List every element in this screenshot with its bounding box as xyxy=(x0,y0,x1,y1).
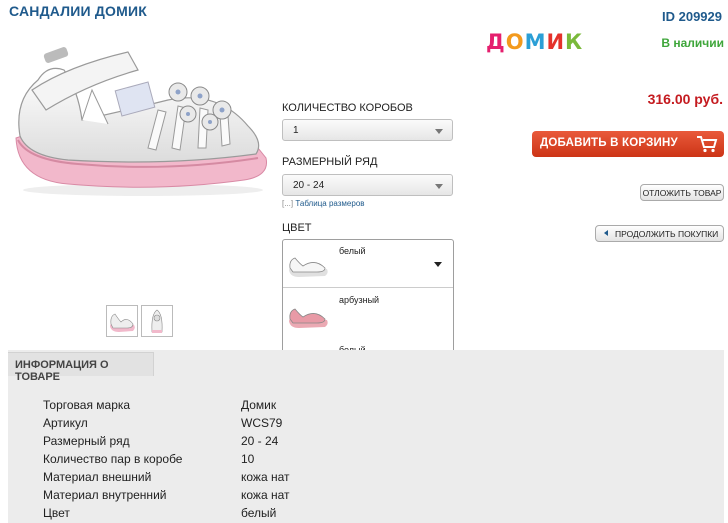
info-row-label: Артикул xyxy=(43,416,88,430)
color-label: ЦВЕТ xyxy=(282,222,312,234)
shoe-swatch-icon xyxy=(289,308,328,328)
info-row-label: Цвет xyxy=(43,506,70,520)
save-item-button[interactable]: ОТЛОЖИТЬ ТОВАР xyxy=(640,184,724,201)
availability-status: В наличии xyxy=(661,36,724,50)
product-title: САНДАЛИИ ДОМИК xyxy=(9,3,148,19)
size-table-prefix: [...] xyxy=(282,199,294,208)
info-row: Количество пар в коробе 10 xyxy=(43,452,254,466)
brand-logo[interactable]: ДОМИК xyxy=(486,30,583,54)
info-row-value: кожа нат xyxy=(241,470,290,484)
color-select-current[interactable]: белый xyxy=(283,240,453,288)
size-select[interactable]: 20 - 24 xyxy=(282,174,453,196)
info-row-label: Количество пар в коробе xyxy=(43,452,183,466)
info-row-label: Материал внутренний xyxy=(43,488,167,502)
info-row: Цвет белый xyxy=(43,506,276,520)
info-row-label: Материал внешний xyxy=(43,470,152,484)
chevron-down-icon xyxy=(434,262,442,267)
size-label: РАЗМЕРНЫЙ РЯД xyxy=(282,156,378,168)
boxes-select[interactable]: 1 xyxy=(282,119,453,141)
size-value: 20 - 24 xyxy=(293,180,325,191)
info-row-label: Торговая марка xyxy=(43,398,131,412)
add-to-cart-label: ДОБАВИТЬ В КОРЗИНУ xyxy=(540,137,678,149)
add-to-cart-button[interactable]: ДОБАВИТЬ В КОРЗИНУ xyxy=(532,131,724,157)
chevron-down-icon xyxy=(435,184,443,189)
boxes-label: КОЛИЧЕСТВО КОРОБОВ xyxy=(282,102,413,114)
product-main-image[interactable] xyxy=(8,30,270,200)
brand-logo-letter: О xyxy=(505,30,525,54)
continue-shopping-label: ПРОДОЛЖИТЬ ПОКУПКИ xyxy=(615,229,719,239)
info-row-value: WCS79 xyxy=(241,416,283,430)
tab-product-info[interactable]: ИНФОРМАЦИЯ О ТОВАРЕ xyxy=(8,352,154,383)
size-table-link-container: [...] Таблица размеров xyxy=(282,199,365,208)
info-row-value: 20 - 24 xyxy=(241,434,279,448)
info-row: Материал внешний кожа нат xyxy=(43,470,290,484)
thumbnail-front-view[interactable] xyxy=(141,305,173,337)
brand-logo-letter: К xyxy=(565,30,584,54)
color-option-label: арбузный xyxy=(339,295,380,305)
brand-logo-letter: И xyxy=(546,30,566,54)
brand-logo-letter: М xyxy=(524,30,547,54)
info-row-value: белый xyxy=(241,506,277,520)
color-selected-label: белый xyxy=(339,246,366,256)
info-row: Торговая марка Домик xyxy=(43,398,276,412)
continue-shopping-button[interactable]: ПРОДОЛЖИТЬ ПОКУПКИ xyxy=(595,225,724,242)
cart-icon xyxy=(697,136,718,153)
shoe-swatch-icon xyxy=(289,257,328,277)
chevron-down-icon xyxy=(435,129,443,134)
info-row-value: 10 xyxy=(241,452,255,466)
info-row-value: кожа нат xyxy=(241,488,290,502)
info-row: Размерный ряд 20 - 24 xyxy=(43,434,278,448)
info-row: Материал внутренний кожа нат xyxy=(43,488,290,502)
brand-logo-letter: Д xyxy=(486,30,506,54)
arrow-left-icon xyxy=(604,230,608,236)
info-row: Артикул WCS79 xyxy=(43,416,282,430)
color-option[interactable]: арбузный xyxy=(283,287,453,337)
size-table-link[interactable]: Таблица размеров xyxy=(295,199,364,208)
boxes-value: 1 xyxy=(293,125,299,136)
product-id: ID 209929 xyxy=(662,9,722,24)
thumbnail-side-view[interactable] xyxy=(106,305,138,337)
save-item-label: ОТЛОЖИТЬ ТОВАР xyxy=(642,188,722,198)
info-row-label: Размерный ряд xyxy=(43,434,130,448)
info-row-value: Домик xyxy=(241,398,277,412)
product-price: 316.00 руб. xyxy=(647,91,723,107)
